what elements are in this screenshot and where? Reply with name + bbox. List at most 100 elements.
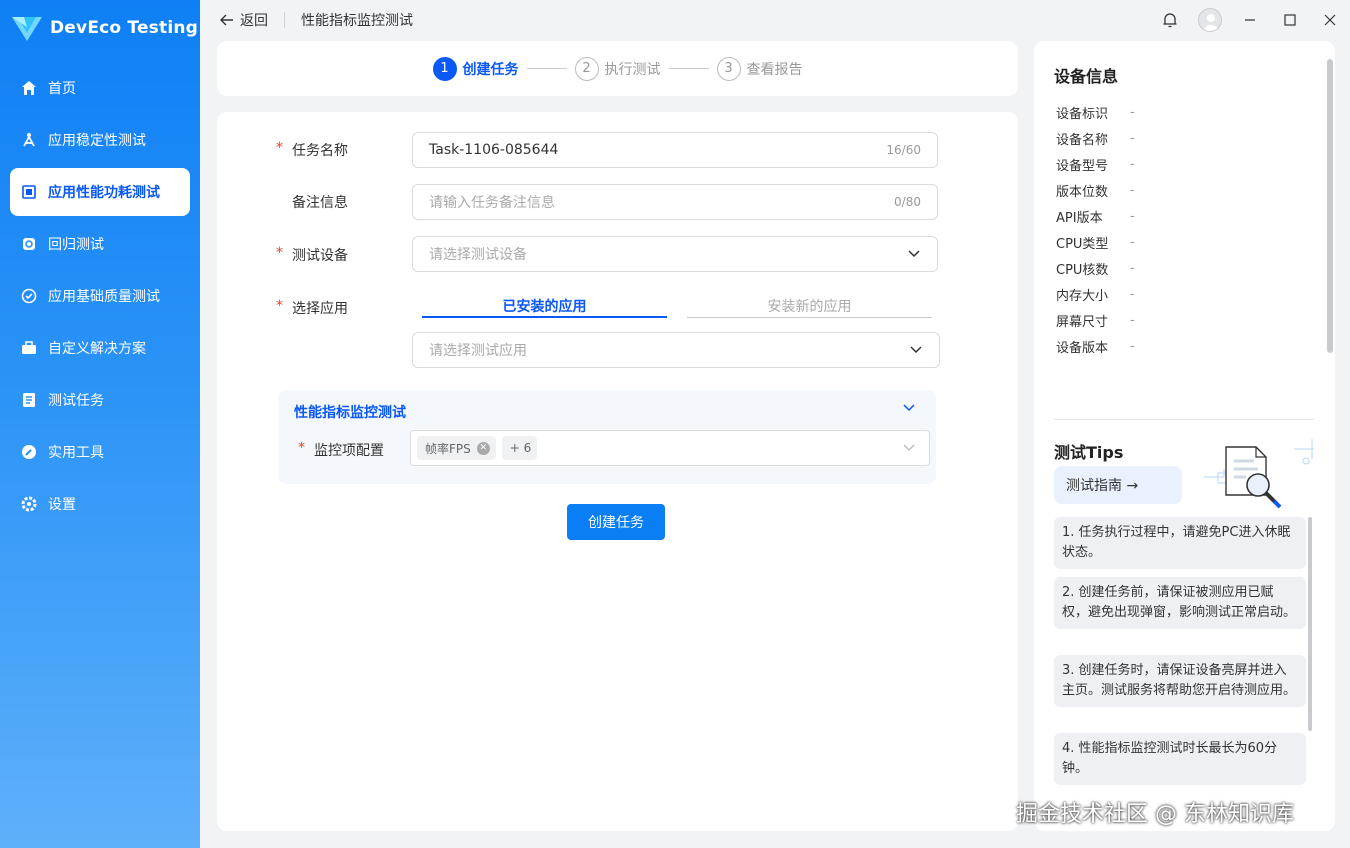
- regression-icon: [20, 235, 38, 253]
- step-number: 3: [716, 56, 741, 81]
- window-controls: [1150, 0, 1350, 40]
- performance-icon: [20, 183, 38, 201]
- device-placeholder: 请选择测试设备: [429, 247, 527, 263]
- required-mark: *: [276, 140, 283, 156]
- app-tabs: 已安装的应用 安装新的应用: [422, 296, 932, 318]
- nav-item-label: 实用工具: [48, 445, 104, 461]
- nav-item-custom[interactable]: 自定义解决方案: [10, 324, 190, 372]
- remark-input[interactable]: 请输入任务备注信息 0/80: [412, 184, 938, 220]
- nav-item-label: 应用稳定性测试: [48, 133, 146, 149]
- nav-item-label: 首页: [48, 81, 76, 97]
- step-label: 创建任务: [462, 61, 519, 78]
- tab-installed-apps[interactable]: 已安装的应用: [422, 296, 667, 318]
- tag-label: 帧率FPS: [425, 441, 471, 456]
- device-select[interactable]: 请选择测试设备: [412, 236, 938, 272]
- chevron-down-icon: [903, 444, 915, 451]
- nav-item-label: 应用基础质量测试: [48, 289, 160, 305]
- monitor-config-select[interactable]: 帧率FPS ✕ + 6: [410, 430, 930, 466]
- maximize-button[interactable]: [1270, 0, 1310, 40]
- char-count: 0/80: [894, 195, 921, 209]
- sidebar: DevEco Testing 首页 应用稳定性测试 应用性能功耗测试 回归测试: [0, 0, 200, 848]
- tip-item: 4. 性能指标监控测试时长最长为60分钟。: [1054, 733, 1306, 785]
- right-panel: 设备信息 设备标识 - 设备名称 - 设备型号 - 版本位数 - API版本 - CPU类…: [1034, 41, 1335, 831]
- back-label: 返回: [240, 13, 268, 29]
- minimize-button[interactable]: [1230, 0, 1270, 40]
- nav-item-regression[interactable]: 回归测试: [10, 220, 190, 268]
- nav-item-label: 应用性能功耗测试: [48, 185, 160, 201]
- remove-tag-icon[interactable]: ✕: [476, 441, 490, 455]
- device-info-title: 设备信息: [1054, 67, 1119, 86]
- test-guide-link[interactable]: 测试指南 →: [1054, 466, 1182, 504]
- device-info-list: 设备标识 - 设备名称 - 设备型号 - 版本位数 - API版本 - CPU类型 - CP…: [1056, 99, 1135, 359]
- step-execute: 2 执行测试: [574, 56, 661, 81]
- nav-item-performance[interactable]: 应用性能功耗测试: [10, 168, 190, 216]
- chevron-down-icon: [910, 346, 922, 354]
- remark-label: 备注信息: [292, 195, 348, 211]
- nav-item-quality[interactable]: 应用基础质量测试: [10, 272, 190, 320]
- tip-item: 1. 任务执行过程中，请避免PC进入休眠状态。: [1054, 517, 1306, 569]
- more-tags-count: + 6: [501, 436, 538, 460]
- required-mark: *: [276, 298, 283, 314]
- stability-icon: [20, 131, 38, 149]
- info-row: 设备型号 -: [1056, 156, 1135, 174]
- quality-icon: [20, 287, 38, 305]
- char-count: 16/60: [886, 143, 921, 157]
- close-icon: [1324, 14, 1336, 26]
- info-row: CPU核数 -: [1056, 260, 1135, 278]
- back-button[interactable]: 返回: [220, 10, 268, 30]
- title-divider: [284, 12, 285, 28]
- remark-placeholder: 请输入任务备注信息: [429, 195, 555, 211]
- task-name-input[interactable]: Task-1106-085644 16/60: [412, 132, 938, 168]
- chevron-down-icon: [903, 404, 915, 412]
- notification-button[interactable]: [1150, 0, 1190, 40]
- info-row: 版本位数 -: [1056, 182, 1135, 200]
- app-select[interactable]: 请选择测试应用: [412, 332, 940, 368]
- step-label: 执行测试: [604, 61, 661, 78]
- avatar-button[interactable]: [1190, 0, 1230, 40]
- panel-scrollbar[interactable]: [1327, 59, 1333, 353]
- tip-item: 2. 创建任务前，请保证被测应用已赋权，避免出现弹窗，影响测试正常启动。: [1054, 577, 1306, 629]
- nav-item-label: 设置: [48, 497, 76, 513]
- step-connector: [668, 68, 709, 69]
- divider: [1054, 419, 1314, 420]
- step-number: 1: [432, 56, 457, 81]
- nav-item-stability[interactable]: 应用稳定性测试: [10, 116, 190, 164]
- selected-tag: 帧率FPS ✕: [417, 436, 496, 460]
- task-name-value: Task-1106-085644: [429, 142, 559, 158]
- tips-scrollbar[interactable]: [1308, 517, 1312, 731]
- app-name: DevEco Testing: [50, 18, 199, 38]
- nav-menu: 首页 应用稳定性测试 应用性能功耗测试 回归测试 应用基础质量测试 自定义解决方…: [10, 64, 190, 532]
- nav-item-tools[interactable]: 实用工具: [10, 428, 190, 476]
- nav-item-tasks[interactable]: 测试任务: [10, 376, 190, 424]
- info-row: API版本 -: [1056, 208, 1135, 226]
- tips-title: 测试Tips: [1054, 443, 1124, 462]
- tab-install-new-app[interactable]: 安装新的应用: [687, 296, 932, 318]
- create-task-button[interactable]: 创建任务: [567, 504, 665, 540]
- nav-item-settings[interactable]: 设置: [10, 480, 190, 528]
- magnifier-document-icon: [1204, 439, 1314, 509]
- avatar: [1198, 8, 1222, 32]
- home-icon: [20, 79, 38, 97]
- nav-item-home[interactable]: 首页: [10, 64, 190, 112]
- tools-icon: [20, 443, 38, 461]
- perf-monitor-panel: 性能指标监控测试 * 监控项配置 帧率FPS ✕ + 6: [278, 390, 936, 484]
- task-form: * 任务名称 Task-1106-085644 16/60 备注信息 请输入任务备…: [217, 112, 1018, 831]
- step-connector: [526, 68, 567, 69]
- chevron-down-icon: [908, 250, 920, 258]
- tasks-icon: [20, 391, 38, 409]
- watermark: 掘金技术社区 @ 东林知识库: [1016, 802, 1294, 827]
- step-number: 2: [574, 56, 599, 81]
- device-label: * 测试设备: [276, 245, 348, 264]
- toolbox-icon: [20, 339, 38, 357]
- arrow-left-icon: [220, 14, 233, 26]
- step-create: 1 创建任务: [432, 56, 519, 81]
- close-button[interactable]: [1310, 0, 1350, 40]
- nav-item-label: 自定义解决方案: [48, 341, 146, 357]
- info-row: 设备名称 -: [1056, 130, 1135, 148]
- collapse-button[interactable]: [902, 402, 916, 417]
- minimize-icon: [1245, 19, 1255, 21]
- info-row: 设备标识 -: [1056, 104, 1135, 122]
- info-row: CPU类型 -: [1056, 234, 1135, 252]
- title-bar: 返回 性能指标监控测试: [200, 0, 1350, 40]
- required-mark: *: [298, 440, 305, 456]
